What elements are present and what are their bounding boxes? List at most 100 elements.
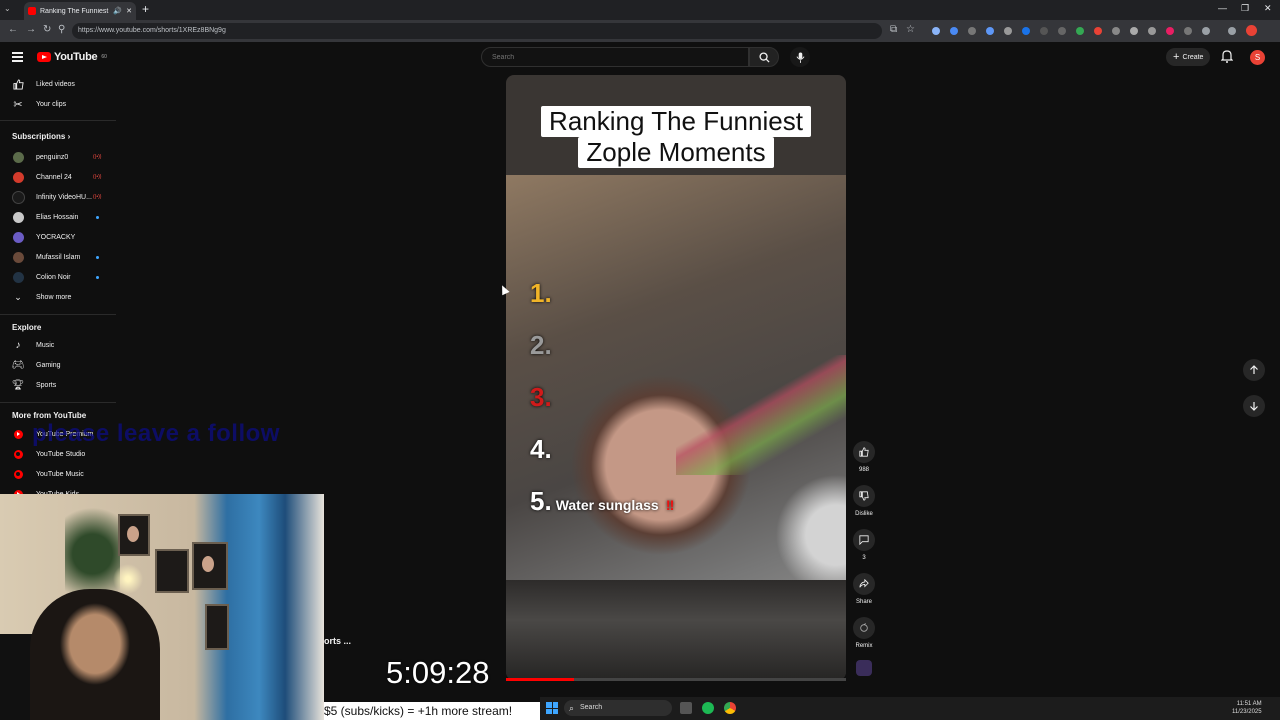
youtube-logo[interactable]: YouTube 60 — [37, 51, 107, 63]
youtube-play-icon — [37, 52, 51, 62]
extension-icon[interactable] — [1166, 27, 1174, 35]
sidebar-channel-yocracky[interactable]: YOCRACKY — [0, 227, 116, 247]
cast-icon[interactable]: ⧉ — [890, 24, 897, 35]
extension-icon[interactable] — [1004, 27, 1012, 35]
close-tab-icon[interactable]: ✕ — [126, 7, 132, 15]
sidebar-channel-infinity[interactable]: Infinity VideoHU... ((•)) — [0, 187, 116, 207]
extension-icon[interactable] — [950, 27, 958, 35]
dislike-label: Dislike — [855, 511, 873, 517]
rank-caption: Water sunglass — [555, 497, 659, 513]
extension-icon[interactable] — [1130, 27, 1138, 35]
url-field[interactable]: https://www.youtube.com/shorts/1XREz8BNg… — [72, 23, 882, 39]
extension-icon[interactable] — [1058, 27, 1066, 35]
maximize-icon[interactable]: ❐ — [1241, 3, 1249, 14]
sidebar-item-youtube-music[interactable]: YouTube Music — [0, 464, 116, 484]
remix-label: Remix — [855, 643, 873, 649]
extension-icon[interactable] — [986, 27, 994, 35]
dislike-button[interactable]: Dislike — [852, 485, 876, 517]
video-progress-bar[interactable] — [506, 678, 846, 681]
next-short-button[interactable] — [1243, 395, 1265, 417]
voice-search-button[interactable] — [790, 47, 810, 67]
chrome-icon[interactable] — [724, 702, 736, 714]
new-tab-icon[interactable]: + — [142, 2, 149, 16]
comment-icon — [859, 535, 869, 545]
sidebar-channel-penguinz0[interactable]: penguinz0 ((•)) — [0, 147, 116, 167]
windows-start-icon[interactable] — [546, 702, 558, 714]
video-title-line-1: Ranking The Funniest — [541, 106, 811, 137]
hamburger-menu-icon[interactable] — [12, 52, 23, 64]
rank-mark: ‼ — [665, 497, 675, 513]
search-button[interactable] — [749, 47, 779, 67]
shorts-player[interactable]: Ranking The Funniest Zople Moments 1. 2.… — [506, 75, 846, 680]
reload-icon[interactable]: ↻ — [43, 24, 51, 35]
comments-count: 3 — [862, 555, 866, 561]
forward-icon[interactable]: → — [26, 24, 36, 35]
extension-icon[interactable] — [1184, 27, 1192, 35]
browser-tab[interactable]: Ranking The Funniest Zople 🔊 ✕ — [24, 2, 136, 20]
webcam-string-lights — [108, 564, 148, 594]
taskbar-clock[interactable]: 11:51 AM 11/23/2025 — [1232, 700, 1262, 716]
video-bottom-frame — [506, 580, 846, 680]
sidebar-item-label: Music — [36, 341, 55, 349]
extension-icon[interactable] — [1148, 27, 1156, 35]
rank-number: 3. — [530, 382, 552, 412]
youtube-favicon-icon — [28, 7, 36, 15]
speaker-icon[interactable]: 🔊 — [113, 7, 122, 15]
taskbar-search[interactable]: Search — [564, 700, 672, 716]
channel-sound-button[interactable] — [852, 660, 876, 676]
minimize-icon[interactable]: — — [1218, 3, 1227, 13]
search-box — [481, 47, 749, 67]
account-avatar[interactable]: S — [1250, 50, 1265, 65]
sidebar-channel-colion[interactable]: Colion Noir — [0, 267, 116, 287]
notifications-bell-icon[interactable] — [1221, 50, 1233, 63]
bookmark-star-icon[interactable]: ☆ — [906, 24, 915, 35]
sidebar-item-label: YouTube Music — [36, 470, 84, 478]
channel-name: Colion Noir — [36, 273, 71, 281]
remix-button[interactable]: Remix — [852, 617, 876, 649]
extension-icon[interactable] — [1112, 27, 1120, 35]
create-button[interactable]: + Create — [1166, 48, 1211, 66]
back-icon[interactable]: ← — [8, 24, 18, 35]
extension-icon[interactable] — [1022, 27, 1030, 35]
share-arrow-icon — [859, 579, 869, 588]
browser-profile-icon[interactable] — [1246, 25, 1257, 36]
previous-short-button[interactable] — [1243, 359, 1265, 381]
sidebar-item-your-clips[interactable]: ✂ Your clips — [0, 94, 116, 114]
subscriptions-heading[interactable]: Subscriptions › — [12, 132, 70, 141]
like-button[interactable]: 988 — [852, 441, 876, 473]
channel-avatar — [11, 190, 25, 204]
sidebar-divider — [0, 314, 116, 315]
chevron-right-icon: › — [67, 132, 71, 141]
extension-icon[interactable] — [968, 27, 976, 35]
sidebar-item-gaming[interactable]: 🎮︎ Gaming — [0, 355, 116, 375]
extension-icon[interactable] — [1076, 27, 1084, 35]
site-info-icon[interactable]: ⚲ — [58, 24, 65, 35]
task-view-icon[interactable] — [680, 702, 692, 714]
extension-icon[interactable] — [1094, 27, 1102, 35]
logo-badge: 60 — [101, 54, 107, 60]
tab-list-icon[interactable]: ⌄ — [4, 4, 11, 13]
share-button[interactable]: Share — [852, 573, 876, 605]
channel-avatar — [12, 251, 24, 263]
sidebar-channel-elias[interactable]: Elias Hossain — [0, 207, 116, 227]
sidebar-item-liked-videos[interactable]: Liked videos — [0, 74, 116, 94]
extension-icon[interactable] — [932, 27, 940, 35]
sidebar-channel-mufassil[interactable]: Mufassil Islam — [0, 247, 116, 267]
sidebar-channel-channel24[interactable]: Channel 24 ((•)) — [0, 167, 116, 187]
menu-icon[interactable] — [1228, 27, 1236, 35]
video-title-line-2: Zople Moments — [578, 137, 774, 168]
search-input[interactable] — [490, 53, 734, 62]
sidebar-show-more[interactable]: ⌄ Show more — [0, 287, 116, 307]
sidebar-item-sports[interactable]: 🏆︎ Sports — [0, 375, 116, 395]
logo-text: YouTube — [54, 51, 98, 63]
spotify-icon[interactable] — [702, 702, 714, 714]
sidebar-item-music[interactable]: ♪ Music — [0, 335, 116, 355]
channel-name: Mufassil Islam — [36, 253, 81, 261]
comments-button[interactable]: 3 — [852, 529, 876, 561]
close-window-icon[interactable]: ✕ — [1264, 3, 1272, 14]
windows-taskbar: Search 11:51 AM 11/23/2025 — [540, 697, 1280, 720]
youtube-studio-icon — [13, 449, 23, 459]
live-indicator-icon: ((•)) — [93, 154, 102, 160]
extensions-puzzle-icon[interactable] — [1202, 27, 1210, 35]
extension-icon[interactable] — [1040, 27, 1048, 35]
